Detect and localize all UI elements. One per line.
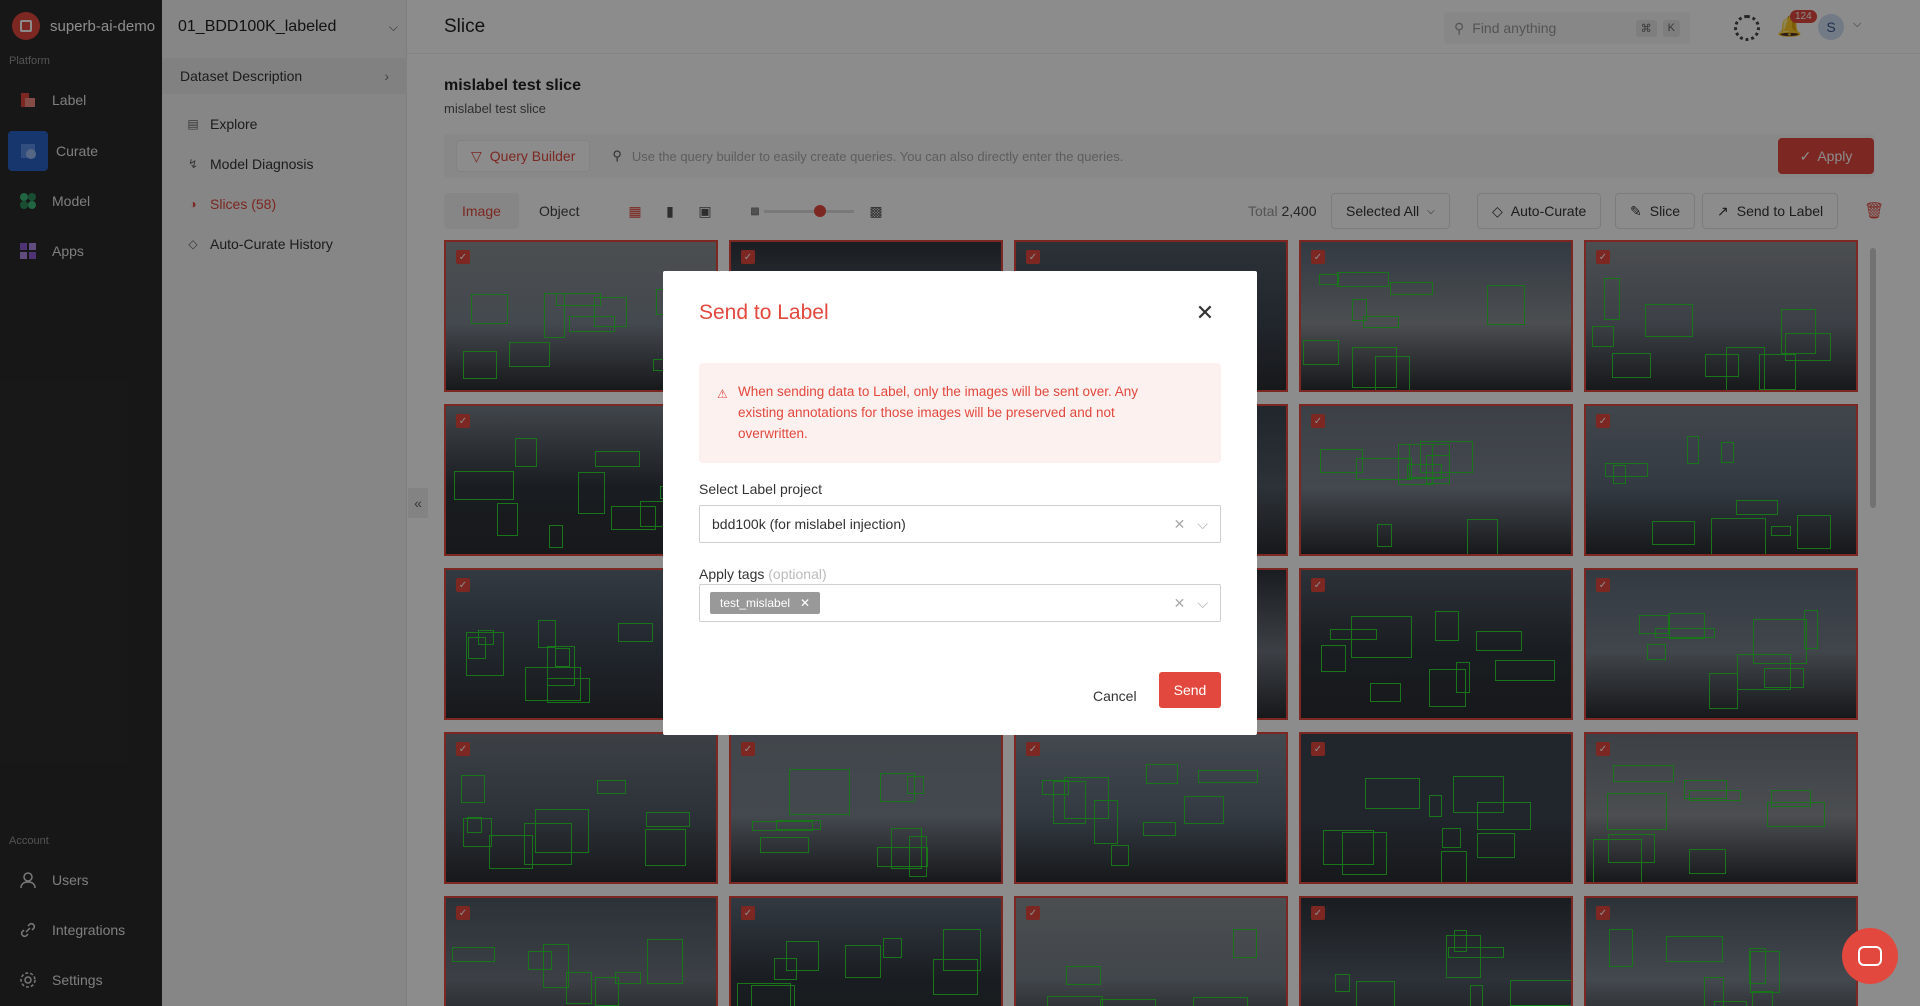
warning-icon: ⚠ [717, 387, 728, 401]
clear-icon[interactable]: ✕ [1174, 516, 1186, 533]
project-field-label: Select Label project [699, 481, 822, 497]
remove-tag-icon[interactable]: ✕ [800, 596, 810, 610]
project-select[interactable]: bdd100k (for mislabel injection) ✕ ⌵ [699, 505, 1221, 543]
tag-chip-label: test_mislabel [720, 596, 791, 610]
send-button[interactable]: Send [1159, 672, 1221, 708]
send-to-label-dialog: Send to Label ✕ ⚠ When sending data to L… [663, 271, 1257, 735]
tags-label-text: Apply tags [699, 566, 765, 582]
project-select-value: bdd100k (for mislabel injection) [712, 516, 906, 532]
clear-icon[interactable]: ✕ [1174, 595, 1186, 612]
warning-text: When sending data to Label, only the ima… [738, 384, 1138, 441]
close-icon[interactable]: ✕ [1193, 301, 1217, 325]
cancel-button[interactable]: Cancel [1083, 678, 1147, 714]
chevron-down-icon[interactable]: ⌵ [1197, 595, 1208, 612]
chevron-down-icon[interactable]: ⌵ [1197, 516, 1208, 533]
chat-support-button[interactable] [1842, 928, 1898, 984]
warning-notice: ⚠ When sending data to Label, only the i… [699, 363, 1221, 463]
tags-field-label: Apply tags (optional) [699, 566, 827, 582]
tag-chip: test_mislabel ✕ [710, 592, 821, 614]
dialog-title: Send to Label [699, 301, 829, 324]
tags-select[interactable]: test_mislabel ✕ ✕ ⌵ [699, 584, 1221, 622]
chat-icon [1858, 946, 1882, 966]
tags-optional-hint: (optional) [768, 566, 827, 582]
